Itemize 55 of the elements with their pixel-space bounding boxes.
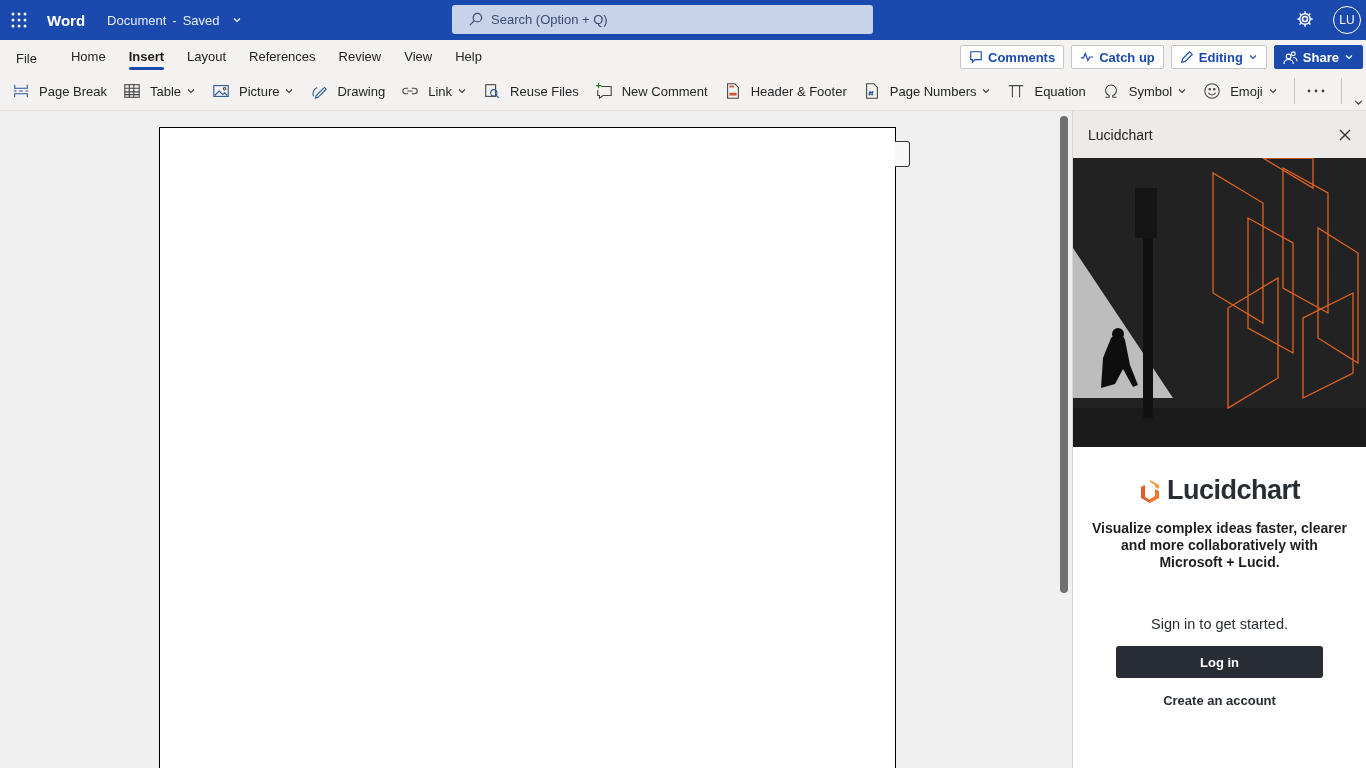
scrollbar-thumb[interactable] — [1060, 116, 1068, 593]
comment-add-icon — [594, 82, 613, 100]
menu-tab[interactable]: Insert — [118, 40, 175, 72]
menu-tab[interactable]: File — [6, 40, 47, 72]
ribbon-button[interactable]: Header & Footer — [723, 76, 853, 106]
search-field[interactable]: Search (Option + Q) — [452, 5, 873, 34]
header-button[interactable]: Editing — [1170, 45, 1267, 69]
image-icon — [212, 82, 230, 100]
sign-in-prompt: Sign in to get started. — [1151, 616, 1288, 632]
menu-tab[interactable]: Home — [60, 40, 116, 72]
ribbon-button[interactable]: Reuse Files — [483, 76, 585, 106]
tagline: Visualize complex ideas faster, clearer and more collaboratively with Microsoft + Lucid. — [1091, 520, 1348, 571]
log-in-button[interactable]: Log in — [1116, 646, 1323, 678]
app-launcher-icon[interactable] — [11, 12, 27, 28]
header-button[interactable]: Comments — [960, 45, 1065, 69]
logo-wordmark: Lucidchart — [1167, 475, 1300, 506]
pi-icon — [1007, 82, 1026, 100]
table-icon — [122, 82, 141, 100]
menu-tab[interactable]: Review — [328, 40, 392, 72]
speech-bubble-icon — [969, 50, 983, 64]
ribbon-button[interactable]: Table — [122, 76, 202, 106]
menu-tab[interactable]: Help — [445, 40, 492, 72]
logo-icon — [1139, 478, 1161, 503]
people-icon — [1282, 49, 1298, 65]
title-separator: - — [172, 12, 177, 28]
search-document-icon — [483, 82, 502, 100]
comment-tab[interactable] — [895, 141, 910, 167]
ribbon-button[interactable]: Picture — [212, 76, 301, 106]
close-icon[interactable] — [1338, 127, 1352, 142]
panel-title: Lucidchart — [1088, 126, 1153, 143]
header-button[interactable]: Catch up — [1071, 45, 1164, 69]
document-title[interactable]: Document — [107, 12, 167, 28]
caret-icon[interactable] — [231, 15, 242, 25]
ribbon-button[interactable]: Page Numbers — [862, 76, 998, 106]
search-icon — [468, 12, 483, 27]
ribbon-button[interactable]: Link — [401, 76, 474, 106]
search-placeholder: Search (Option + Q) — [491, 12, 608, 27]
smiley-icon — [1203, 82, 1222, 100]
ribbon-button[interactable]: Emoji — [1203, 76, 1284, 106]
menu-tab[interactable]: References — [239, 40, 326, 72]
ribbon-button[interactable]: Page Break — [12, 76, 113, 106]
pulse-icon — [1080, 50, 1095, 64]
page-break-icon — [12, 82, 30, 100]
ribbon-button[interactable]: Symbol — [1101, 76, 1194, 106]
menu-tab[interactable]: Layout — [177, 40, 237, 72]
create-account-link[interactable]: Create an account — [1157, 692, 1282, 709]
ribbon-button[interactable]: New Comment — [594, 76, 714, 106]
ribbon-button[interactable]: Equation — [1007, 76, 1092, 106]
pencil-icon — [1179, 50, 1194, 64]
ribbon-button[interactable]: Drawing — [310, 76, 392, 106]
save-status: Saved — [182, 12, 220, 28]
menu-tab[interactable]: View — [394, 40, 443, 72]
app-name: Word — [47, 11, 86, 29]
header-button[interactable]: Share — [1273, 45, 1363, 69]
settings-icon[interactable] — [1296, 10, 1314, 28]
